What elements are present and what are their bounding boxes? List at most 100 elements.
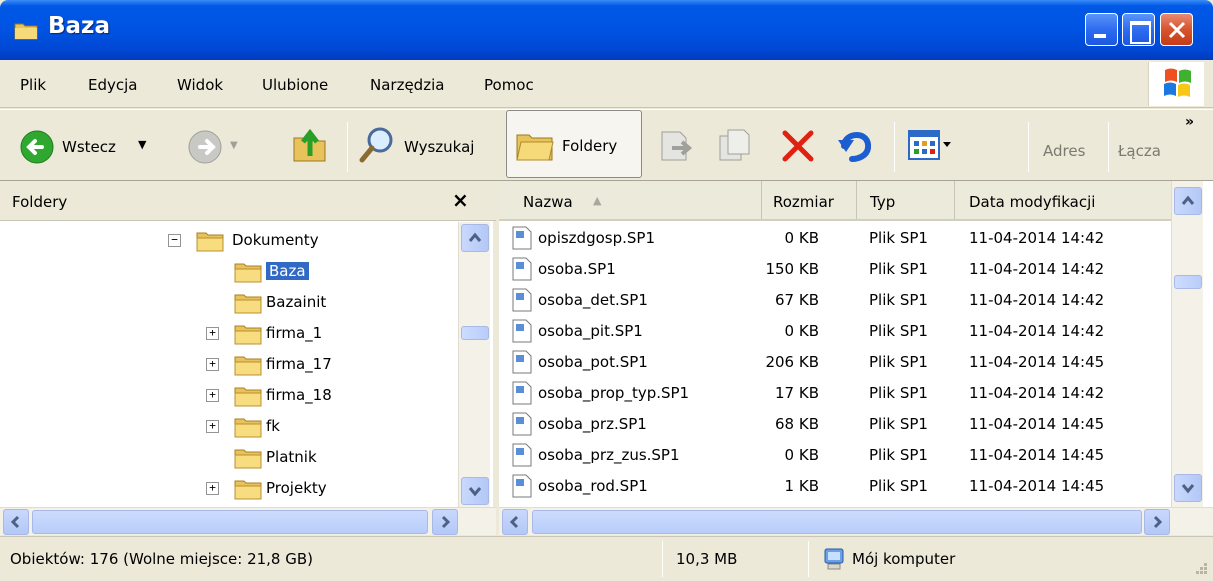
scroll-right-button[interactable] [1144, 509, 1170, 535]
close-button[interactable] [1160, 13, 1193, 46]
close-pane-icon[interactable]: × [452, 188, 469, 212]
toolbar-separator [1108, 122, 1109, 172]
folder-tree-item[interactable]: + firma_17 [0, 350, 455, 380]
close-icon [1168, 21, 1186, 39]
menu-file[interactable]: Plik [20, 76, 46, 94]
files-horizontal-scrollbar[interactable] [499, 507, 1213, 535]
scroll-right-button[interactable] [432, 509, 458, 535]
column-name-header[interactable]: Nazwa ▲ [499, 181, 762, 219]
folder-tree-item[interactable]: Bazainit [0, 288, 455, 318]
file-name: osoba_det.SP1 [538, 291, 648, 309]
folders-pane-header: Foldery × [0, 181, 496, 221]
menu-favorites[interactable]: Ulubione [262, 76, 328, 94]
maximize-button[interactable] [1122, 13, 1155, 46]
file-size: 150 KB [765, 260, 819, 278]
file-date: 11-04-2014 14:42 [969, 322, 1105, 340]
file-row[interactable]: osoba_pot.SP1 206 KB Plik SP1 11-04-2014 14… [499, 347, 1171, 378]
resize-grip-icon[interactable] [1190, 559, 1208, 577]
menu-view[interactable]: Widok [177, 76, 223, 94]
chevron-right-icon [1153, 515, 1163, 529]
up-button[interactable] [292, 126, 328, 168]
folder-tree-label: Baza [266, 262, 309, 280]
folder-tree-item[interactable]: + firma_18 [0, 381, 455, 411]
file-icon [512, 412, 532, 436]
minimize-button[interactable] [1085, 13, 1118, 46]
folder-tree-item[interactable]: − Dokumenty [0, 226, 455, 256]
file-icon [512, 474, 532, 498]
views-icon [908, 130, 951, 160]
column-header-row: Nazwa ▲ Rozmiar Typ Data modyfikacji [499, 181, 1171, 221]
toolbar-separator [1028, 122, 1029, 172]
file-row[interactable]: opiszdgosp.SP1 0 KB Plik SP1 11-04-2014 14:… [499, 223, 1171, 254]
scroll-thumb[interactable] [532, 510, 1142, 534]
file-row[interactable]: osoba_prz.SP1 68 KB Plik SP1 11-04-2014 14:… [499, 409, 1171, 440]
scroll-left-button[interactable] [3, 509, 29, 535]
scroll-down-button[interactable] [461, 477, 489, 505]
folder-tree-item[interactable]: Platnik [0, 443, 455, 473]
file-size: 206 KB [765, 353, 819, 371]
column-date-label: Data modyfikacji [969, 193, 1096, 211]
menu-tools[interactable]: Narzędzia [370, 76, 444, 94]
toolbar-separator [347, 122, 348, 172]
file-row[interactable]: osoba.SP1 150 KB Plik SP1 11-04-2014 14:42 [499, 254, 1171, 285]
file-row[interactable]: osoba_pit.SP1 0 KB Plik SP1 11-04-2014 14:4… [499, 316, 1171, 347]
title-bar[interactable]: Baza [0, 0, 1213, 60]
column-type-header[interactable]: Typ [857, 181, 955, 219]
file-row[interactable]: osoba_rod.SP1 1 KB Plik SP1 11-04-2014 14:4… [499, 471, 1171, 502]
chevron-more-icon[interactable]: » [1185, 114, 1194, 130]
column-date-header[interactable]: Data modyfikacji [955, 181, 1171, 219]
undo-button[interactable] [836, 126, 876, 168]
folder-tree-item[interactable]: + Projekty [0, 474, 455, 504]
column-size-header[interactable]: Rozmiar [762, 181, 857, 219]
menu-help[interactable]: Pomoc [484, 76, 534, 94]
folder-tree-item[interactable]: + firma_1 [0, 319, 455, 349]
file-row[interactable]: osoba_prz_zus.SP1 0 KB Plik SP1 11-04-2014 … [499, 440, 1171, 471]
expand-icon[interactable]: + [206, 420, 219, 433]
file-row[interactable]: osoba_det.SP1 67 KB Plik SP1 11-04-2014 14:… [499, 285, 1171, 316]
file-row[interactable]: osoba_prop_typ.SP1 17 KB Plik SP1 11-04-201… [499, 378, 1171, 409]
menu-edit[interactable]: Edycja [88, 76, 137, 94]
folder-icon [234, 263, 262, 283]
expand-icon[interactable]: + [206, 482, 219, 495]
folder-icon [196, 232, 224, 252]
file-name: osoba_pot.SP1 [538, 353, 648, 371]
back-label: Wstecz [62, 138, 116, 156]
search-label: Wyszukaj [404, 138, 475, 156]
folder-tree-item[interactable]: + fk [0, 412, 455, 442]
address-label[interactable]: Adres [1043, 142, 1085, 160]
collapse-icon[interactable]: − [168, 234, 181, 247]
folders-button[interactable]: Foldery [506, 110, 642, 178]
scroll-left-button[interactable] [502, 509, 528, 535]
views-button[interactable] [908, 130, 952, 164]
folders-pane-title: Foldery [12, 193, 68, 211]
delete-button[interactable] [780, 128, 816, 168]
folders-vertical-scrollbar[interactable] [458, 222, 490, 507]
scroll-thumb[interactable] [1174, 275, 1202, 289]
scroll-up-button[interactable] [461, 224, 489, 252]
scroll-thumb[interactable] [461, 326, 489, 340]
files-vertical-scrollbar[interactable] [1171, 181, 1203, 507]
scroll-down-button[interactable] [1174, 474, 1202, 502]
back-dropdown-icon[interactable]: ▼ [138, 138, 146, 151]
back-arrow-icon [20, 130, 54, 164]
file-icon [512, 226, 532, 250]
folder-icon [234, 294, 262, 314]
status-size: 10,3 MB [676, 550, 738, 568]
expand-icon[interactable]: + [206, 358, 219, 371]
scroll-up-button[interactable] [1174, 187, 1202, 215]
forward-arrow-icon [188, 130, 222, 164]
expand-icon[interactable]: + [206, 327, 219, 340]
move-to-button[interactable] [658, 128, 694, 166]
file-icon [512, 381, 532, 405]
toolbar-separator [894, 122, 895, 172]
copy-to-button[interactable] [718, 128, 754, 166]
file-type: Plik SP1 [869, 384, 928, 402]
links-label[interactable]: Łącza [1118, 142, 1161, 160]
file-name: osoba.SP1 [538, 260, 616, 278]
expand-icon[interactable]: + [206, 389, 219, 402]
scroll-thumb[interactable] [32, 510, 428, 534]
folders-horizontal-scrollbar[interactable] [0, 507, 496, 535]
folder-tree-item[interactable]: Baza [0, 257, 455, 287]
windows-logo-icon [1148, 62, 1204, 106]
folder-tree-label: Platnik [266, 448, 317, 466]
